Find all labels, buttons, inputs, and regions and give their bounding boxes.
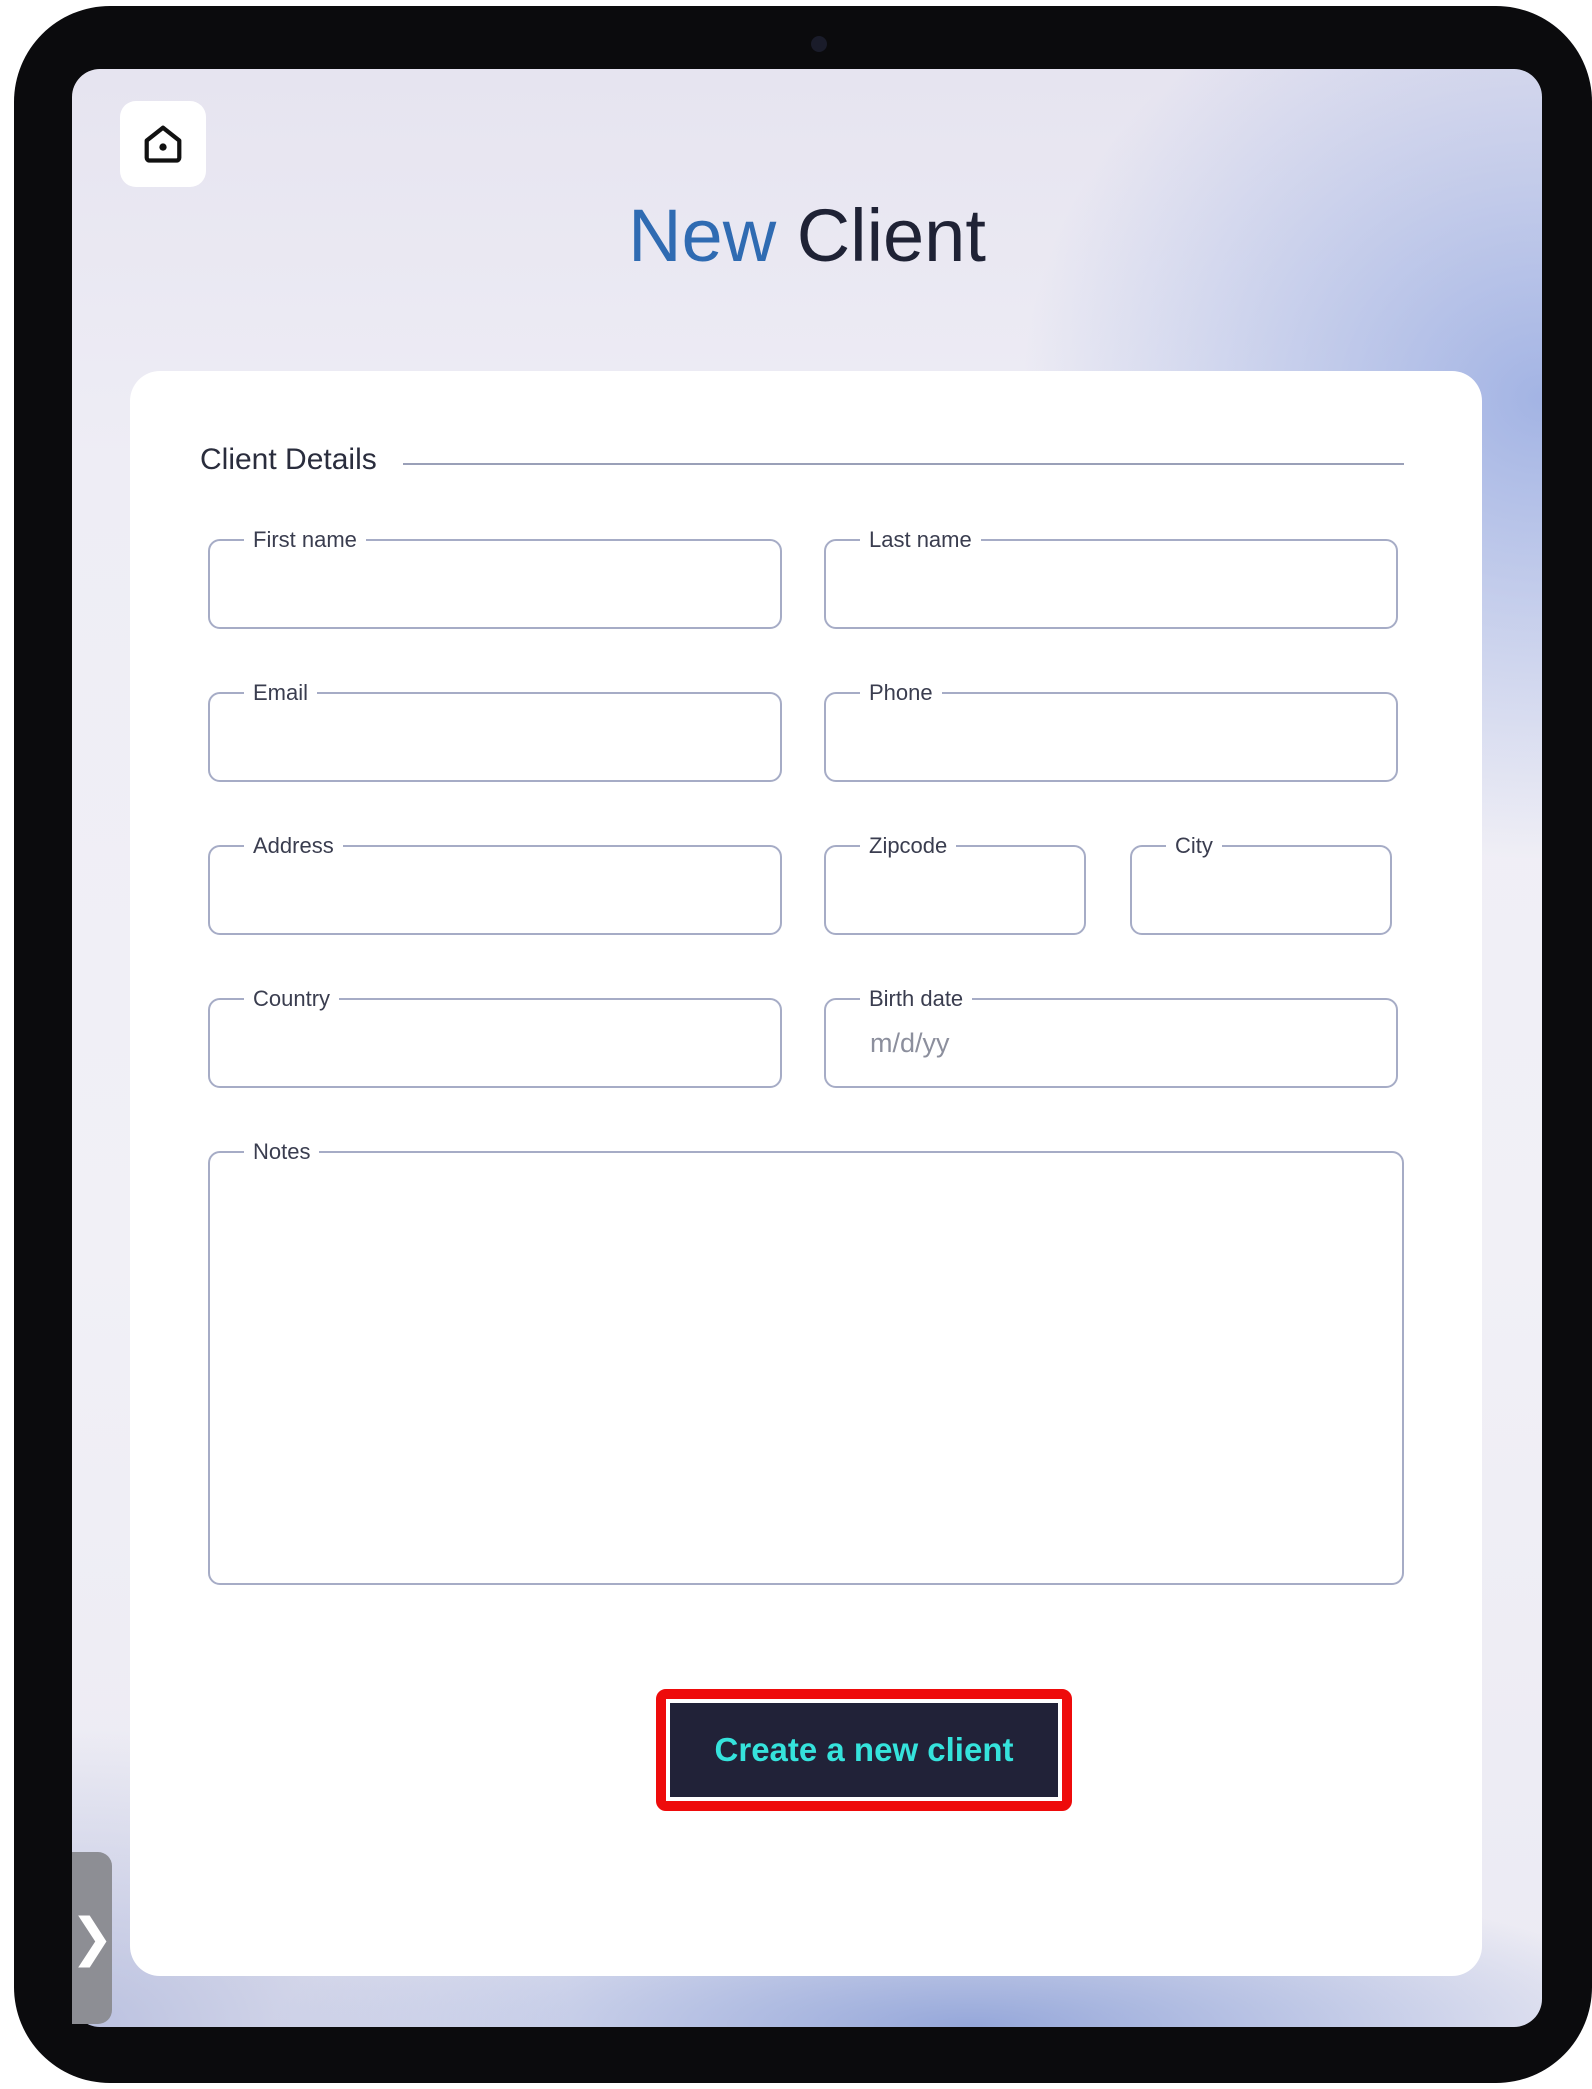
phone-input[interactable] — [870, 716, 1378, 758]
phone-label: Phone — [860, 680, 942, 706]
birth-date-field[interactable]: Birth date — [824, 986, 1398, 1088]
front-camera — [811, 36, 827, 52]
page-title-rest: Client — [796, 194, 986, 277]
country-field[interactable]: Country — [208, 986, 782, 1088]
first-name-input[interactable] — [254, 563, 762, 605]
section-title: Client Details — [200, 445, 403, 475]
last-name-field[interactable]: Last name — [824, 527, 1398, 629]
address-input[interactable] — [254, 869, 762, 911]
page-title: New Client — [72, 199, 1542, 273]
page-title-accent: New — [628, 194, 777, 277]
first-name-label: First name — [244, 527, 366, 553]
city-field[interactable]: City — [1130, 833, 1392, 935]
chevron-right-icon: ❯ — [70, 1909, 114, 1967]
home-button[interactable] — [120, 101, 206, 187]
app-screen: New Client Client Details First name Las… — [72, 69, 1542, 2027]
city-label: City — [1166, 833, 1222, 859]
notes-field[interactable]: Notes — [208, 1139, 1404, 1585]
home-icon — [144, 125, 182, 163]
address-field[interactable]: Address — [208, 833, 782, 935]
birth-date-input[interactable] — [870, 1022, 1378, 1064]
last-name-label: Last name — [860, 527, 981, 553]
zipcode-input[interactable] — [870, 869, 1066, 911]
tablet-frame: New Client Client Details First name Las… — [14, 6, 1592, 2083]
address-label: Address — [244, 833, 343, 859]
country-label: Country — [244, 986, 340, 1012]
email-field[interactable]: Email — [208, 680, 782, 782]
zipcode-field[interactable]: Zipcode — [824, 833, 1086, 935]
first-name-field[interactable]: First name — [208, 527, 782, 629]
last-name-input[interactable] — [870, 563, 1378, 605]
phone-field[interactable]: Phone — [824, 680, 1398, 782]
birth-date-label: Birth date — [860, 986, 973, 1012]
create-client-button[interactable]: Create a new client — [670, 1703, 1058, 1797]
email-label: Email — [244, 680, 318, 706]
side-panel-handle[interactable]: ❯ — [70, 1852, 114, 2024]
email-input[interactable] — [254, 716, 762, 758]
city-input[interactable] — [1176, 869, 1372, 911]
notes-input[interactable] — [254, 1183, 1384, 1565]
country-input[interactable] — [254, 1022, 762, 1064]
notes-label: Notes — [244, 1139, 320, 1165]
zipcode-label: Zipcode — [860, 833, 957, 859]
